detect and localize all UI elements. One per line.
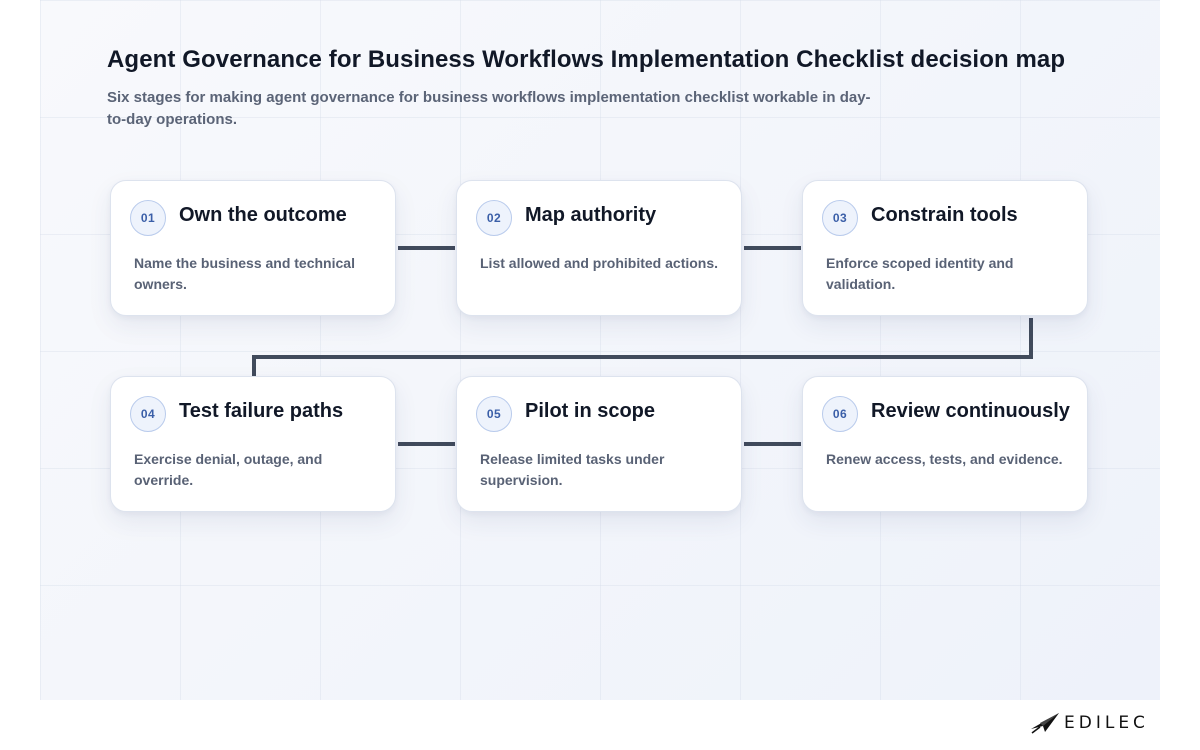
stage-number-badge: 06	[822, 396, 858, 432]
brand-name: EDILEC	[1064, 713, 1149, 733]
stage-card-06: 06 Review continuously Renew access, tes…	[802, 376, 1088, 512]
stage-title: Map authority	[525, 204, 657, 226]
paper-plane-icon	[1031, 713, 1059, 734]
stage-title: Own the outcome	[179, 204, 347, 226]
stage-description: List allowed and prohibited actions.	[480, 255, 719, 271]
stage-description: Name the business and technical owners.	[134, 255, 355, 292]
stage-number-badge: 02	[476, 200, 512, 236]
stage-card-04: 04 Test failure paths Exercise denial, o…	[110, 376, 396, 512]
stage-number-badge: 01	[130, 200, 166, 236]
stage-number-badge: 05	[476, 396, 512, 432]
connector-03-04	[252, 318, 1033, 376]
brand-logo: EDILEC	[1030, 710, 1149, 736]
stage-card-02: 02 Map authority List allowed and prohib…	[456, 180, 742, 316]
stage-description: Release limited tasks under supervision.	[480, 451, 665, 488]
stage-description: Exercise denial, outage, and override.	[134, 451, 323, 488]
stage-title: Review continuously	[871, 400, 1070, 422]
stage-number-badge: 03	[822, 200, 858, 236]
stage-card-05: 05 Pilot in scope Release limited tasks …	[456, 376, 742, 512]
stage-description: Renew access, tests, and evidence.	[826, 451, 1063, 467]
stage-title: Pilot in scope	[525, 400, 656, 422]
stage-number-badge: 04	[130, 396, 166, 432]
stage-title: Constrain tools	[871, 204, 1018, 226]
stage-title: Test failure paths	[179, 400, 344, 422]
stage-card-03: 03 Constrain tools Enforce scoped identi…	[802, 180, 1088, 316]
stage-card-01: 01 Own the outcome Name the business and…	[110, 180, 396, 316]
connector-lines	[252, 246, 1033, 446]
stage-description: Enforce scoped identity and validation.	[826, 255, 1014, 292]
